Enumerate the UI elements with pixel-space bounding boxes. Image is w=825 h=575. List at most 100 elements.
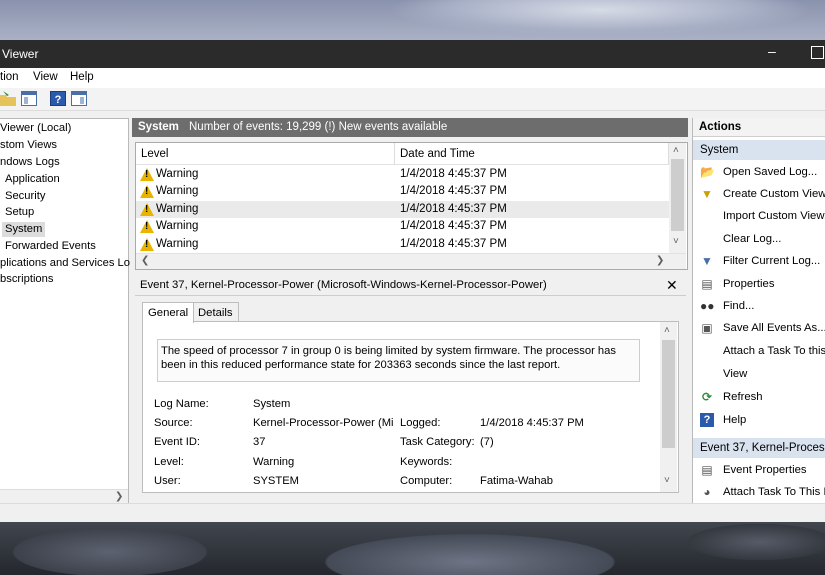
label-logged: Logged: [400, 417, 441, 429]
label-event-id: Event ID: [154, 436, 201, 448]
tab-details[interactable]: Details [192, 302, 239, 322]
event-level: Warning [156, 185, 199, 197]
log-name: System [138, 121, 179, 133]
action-find[interactable]: ●● Find... [693, 295, 825, 317]
value-level: Warning [253, 456, 295, 468]
action-view[interactable]: View [693, 363, 825, 385]
maximize-icon[interactable] [811, 46, 824, 59]
help-icon: ? [700, 413, 714, 427]
value-source: Kernel-Processor-Power (Mi [253, 417, 394, 429]
action-help[interactable]: ? Help [693, 409, 825, 431]
tree-item-system[interactable]: System [2, 222, 46, 237]
filter-icon: ▼ [701, 254, 713, 268]
column-header-date-time[interactable]: Date and Time [395, 143, 669, 165]
minimize-icon[interactable]: – [768, 43, 776, 59]
warning-icon [140, 203, 154, 216]
action-save-all-events[interactable]: ▣ Save All Events As... [693, 317, 825, 339]
event-row[interactable]: Warning 1/4/2018 4:45:37 PM [136, 166, 669, 183]
scroll-right-icon[interactable]: ❯ [115, 491, 123, 502]
event-datetime: 1/4/2018 4:45:37 PM [400, 238, 507, 250]
event-row[interactable]: Warning 1/4/2018 4:45:37 PM [136, 183, 669, 200]
event-datetime: 1/4/2018 4:45:37 PM [400, 168, 507, 180]
scroll-thumb[interactable] [662, 340, 675, 448]
action-open-saved-log[interactable]: 📂 Open Saved Log... [693, 161, 825, 183]
funnel-icon: ▼ [701, 187, 713, 201]
event-count: Number of events: 19,299 (!) New events … [189, 121, 448, 133]
close-icon[interactable]: ✕ [666, 277, 678, 294]
column-header-level[interactable]: Level [136, 143, 395, 165]
event-detail-title: Event 37, Kernel-Processor-Power (Micros… [140, 279, 547, 291]
event-list-vertical-scrollbar[interactable]: ˄ ˅ [669, 143, 686, 253]
folder-icon[interactable] [0, 91, 16, 106]
action-filter-current-log[interactable]: ▼ Filter Current Log... [693, 250, 825, 272]
scroll-up-icon[interactable]: ˄ [664, 325, 670, 336]
value-event-id: 37 [253, 436, 266, 448]
warning-icon [140, 168, 154, 181]
properties-icon: ▤ [701, 463, 713, 477]
event-row-selected[interactable]: Warning 1/4/2018 4:45:37 PM [136, 201, 669, 218]
tree-item-application[interactable]: Application [5, 172, 60, 187]
action-create-custom-view[interactable]: ▼ Create Custom View... [693, 183, 825, 205]
tree-item-setup[interactable]: Setup [5, 205, 34, 220]
scroll-down-icon[interactable]: ˅ [673, 236, 679, 247]
event-detail-header: Event 37, Kernel-Processor-Power (Micros… [135, 276, 686, 296]
action-attach-task-to-log[interactable]: Attach a Task To this Log... [693, 340, 825, 362]
event-datetime: 1/4/2018 4:45:37 PM [400, 220, 507, 232]
event-row[interactable]: Warning 1/4/2018 4:45:37 PM [136, 236, 669, 253]
event-list-horizontal-scrollbar[interactable]: ❮ ❯ [136, 253, 686, 269]
action-clear-log[interactable]: Clear Log... [693, 228, 825, 250]
actions-section-system[interactable]: System [693, 140, 825, 160]
tree-item-applications-and-services[interactable]: plications and Services Lo [0, 256, 130, 271]
event-datetime: 1/4/2018 4:45:37 PM [400, 203, 507, 215]
event-level: Warning [156, 203, 199, 215]
folder-open-icon: 📂 [700, 165, 715, 179]
event-row[interactable]: Warning 1/4/2018 4:45:37 PM [136, 218, 669, 235]
refresh-icon: ⟳ [701, 390, 713, 404]
warning-icon [140, 238, 154, 251]
tree-horizontal-scrollbar[interactable]: ❯ [0, 489, 128, 504]
desktop-sky [0, 0, 825, 40]
event-list: Level Date and Time Warning 1/4/2018 4:4… [135, 142, 688, 270]
detail-vertical-scrollbar[interactable]: ˄ ˅ [660, 322, 677, 492]
warning-icon [140, 220, 154, 233]
scroll-right-icon[interactable]: ❯ [656, 255, 664, 266]
tree-item-windows-logs[interactable]: ndows Logs [0, 155, 60, 170]
action-refresh[interactable]: ⟳ Refresh [693, 386, 825, 408]
show-hide-action-pane-icon[interactable] [71, 91, 87, 106]
label-computer: Computer: [400, 475, 453, 487]
scroll-thumb[interactable] [671, 159, 684, 231]
tree-item-custom-views[interactable]: stom Views [0, 138, 57, 153]
console-tree: Viewer (Local) stom Views ndows Logs App… [0, 118, 130, 505]
event-level: Warning [156, 220, 199, 232]
action-event-properties[interactable]: ▤ Event Properties [693, 459, 825, 481]
menu-help[interactable]: Help [70, 71, 94, 83]
tab-general[interactable]: General [142, 302, 195, 323]
value-task-category: (7) [480, 436, 494, 448]
scroll-up-icon[interactable]: ˄ [673, 145, 679, 156]
scroll-left-icon[interactable]: ❮ [141, 255, 149, 266]
tree-item-event-viewer-local[interactable]: Viewer (Local) [0, 121, 71, 136]
value-log-name: System [253, 398, 291, 410]
tree-item-security[interactable]: Security [5, 189, 45, 204]
toolbar: ? [0, 88, 825, 111]
event-general-panel: The speed of processor 7 in group 0 is b… [142, 321, 679, 493]
action-import-custom-view[interactable]: Import Custom View... [693, 205, 825, 227]
action-properties[interactable]: ▤ Properties [693, 273, 825, 295]
event-level: Warning [156, 238, 199, 250]
menu-view[interactable]: View [33, 71, 58, 83]
scroll-down-icon[interactable]: ˅ [664, 475, 670, 486]
label-log-name: Log Name: [154, 398, 209, 410]
event-datetime: 1/4/2018 4:45:37 PM [400, 185, 507, 197]
show-hide-tree-icon[interactable] [21, 91, 37, 106]
desktop-background [0, 522, 825, 575]
actions-section-event[interactable]: Event 37, Kernel-Processor-Power [693, 438, 825, 458]
value-logged: 1/4/2018 4:45:37 PM [480, 417, 584, 429]
event-message: The speed of processor 7 in group 0 is b… [157, 339, 640, 382]
label-source: Source: [154, 417, 193, 429]
binoculars-icon: ●● [700, 299, 715, 313]
help-icon[interactable]: ? [50, 91, 66, 106]
action-attach-task-to-event[interactable]: ◕ Attach Task To This Event... [693, 481, 825, 503]
menu-action[interactable]: tion [0, 71, 19, 83]
tree-item-forwarded-events[interactable]: Forwarded Events [5, 239, 96, 254]
tree-item-subscriptions[interactable]: bscriptions [0, 272, 53, 287]
